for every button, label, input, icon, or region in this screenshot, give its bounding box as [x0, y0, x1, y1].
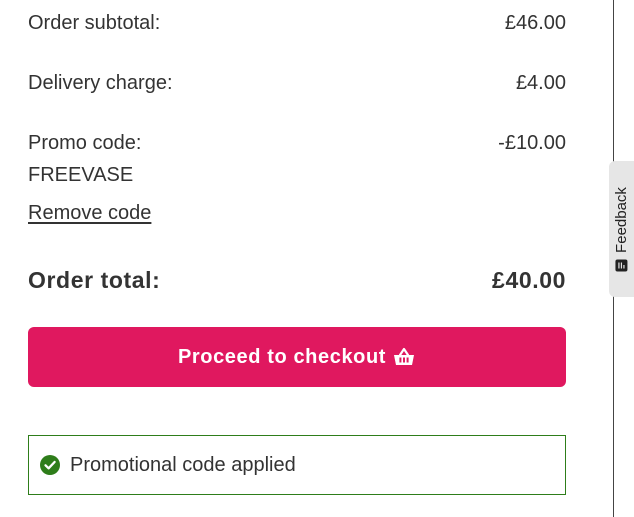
basket-icon — [392, 347, 416, 367]
delivery-label: Delivery charge: — [28, 72, 173, 94]
subtotal-label: Order subtotal: — [28, 12, 161, 34]
feedback-tab[interactable]: Feedback — [609, 161, 634, 297]
subtotal-value: £46.00 — [504, 12, 566, 34]
total-label: Order total: — [28, 267, 161, 293]
total-row: Order total: £40.00 — [28, 266, 566, 294]
check-circle-icon — [39, 454, 61, 476]
promo-applied-text: Promotional code applied — [70, 453, 296, 476]
feedback-icon — [615, 258, 628, 271]
delivery-row: Delivery charge: £4.00 — [28, 71, 566, 95]
promo-code-text: FREEVASE — [28, 164, 134, 186]
delivery-value: £4.00 — [515, 72, 566, 94]
proceed-to-checkout-button[interactable]: Proceed to checkout — [28, 327, 566, 387]
promo-row: Promo code: -£10.00 — [28, 131, 566, 155]
remove-code-link[interactable]: Remove code — [28, 201, 151, 225]
promo-applied-notice: Promotional code applied — [28, 435, 566, 495]
total-value: £40.00 — [492, 267, 566, 293]
feedback-tab-content: Feedback — [613, 187, 630, 272]
feedback-label: Feedback — [613, 186, 630, 253]
subtotal-row: Order subtotal: £46.00 — [28, 11, 566, 35]
order-summary-page: Order subtotal: £46.00 Delivery charge: … — [0, 0, 634, 517]
promo-value: -£10.00 — [498, 132, 566, 154]
promo-label: Promo code: — [28, 132, 142, 154]
checkout-button-label: Proceed to checkout — [177, 345, 387, 368]
